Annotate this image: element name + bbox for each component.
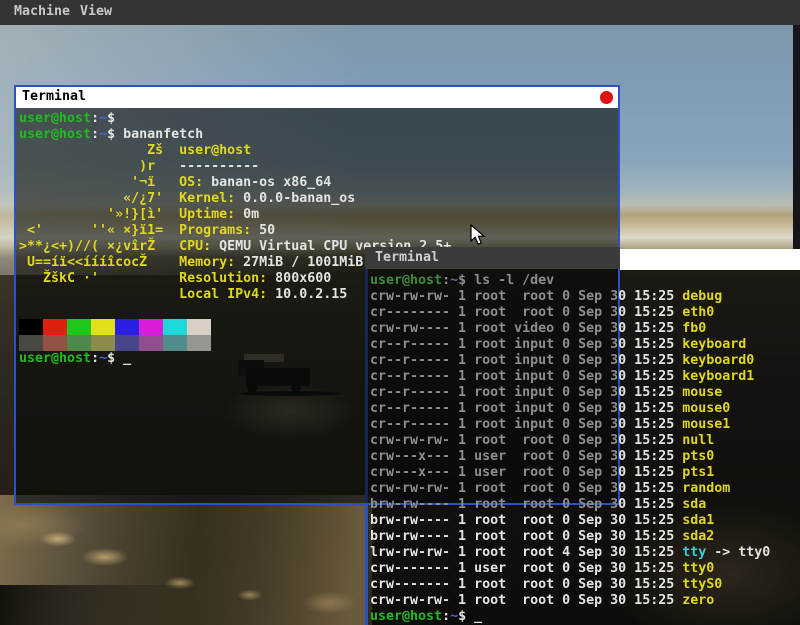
terminal1-command-line: user@host:~$ bananfetch (19, 127, 618, 143)
ls-row: lrw-rw-rw- 1 root root 4 Sep 30 15:25 tt… (370, 545, 800, 561)
terminal2-titlebar-white-segment (620, 249, 800, 270)
palette-swatch (67, 335, 91, 351)
terminal2-prompt-line: user@host:~$ _ (370, 609, 800, 625)
palette-swatch (187, 335, 211, 351)
palette-swatch (187, 319, 211, 335)
palette-swatch (139, 319, 163, 335)
palette-swatch (19, 335, 43, 351)
ls-row: cr--r----- 1 root input 0 Sep 30 15:25 k… (370, 369, 800, 385)
ls-row: cr--r----- 1 root input 0 Sep 30 15:25 m… (370, 385, 800, 401)
ls-row: cr-------- 1 root root 0 Sep 30 15:25 et… (370, 305, 800, 321)
terminal1-prompt-line: user@host:~$ (19, 111, 618, 127)
terminal1-title: Terminal (22, 89, 86, 104)
ls-row: brw-rw---- 1 root root 0 Sep 30 15:25 sd… (370, 513, 800, 529)
ls-row: brw-rw---- 1 root root 0 Sep 30 15:25 sd… (370, 497, 800, 513)
terminal2-command-line: user@host:~$ ls -l /dev (370, 273, 800, 289)
ls-row: crw-rw---- 1 root video 0 Sep 30 15:25 f… (370, 321, 800, 337)
ls-row: cr--r----- 1 root input 0 Sep 30 15:25 m… (370, 401, 800, 417)
terminal2-content[interactable]: user@host:~$ ls -l /devcrw-rw-rw- 1 root… (365, 269, 800, 625)
ls-row: brw-rw---- 1 root root 0 Sep 30 15:25 sd… (370, 529, 800, 545)
terminal1-titlebar[interactable]: Terminal (16, 87, 618, 108)
fetch-line: '»!}[ì' Uptime: 0m (19, 207, 618, 223)
palette-swatch (139, 335, 163, 351)
ls-row: cr--r----- 1 root input 0 Sep 30 15:25 k… (370, 337, 800, 353)
fetch-line: )r ---------- (19, 159, 618, 175)
ls-row: crw-rw-rw- 1 root root 0 Sep 30 15:25 de… (370, 289, 800, 305)
fetch-line: Zš user@host (19, 143, 618, 159)
palette-swatch (115, 335, 139, 351)
palette-swatch (91, 319, 115, 335)
mouse-cursor-icon (470, 224, 490, 246)
ls-row: crw-rw-rw- 1 root root 0 Sep 30 15:25 nu… (370, 433, 800, 449)
menu-item-machine[interactable]: Machine (14, 4, 70, 19)
wallpaper-right-edge (793, 25, 800, 249)
palette-swatch (163, 335, 187, 351)
fetch-line: «/¿7' Kernel: 0.0.0-banan_os (19, 191, 618, 207)
terminal2-title: Terminal (375, 250, 439, 265)
vm-menu-bar: Machine View (0, 0, 800, 25)
palette-swatch (43, 335, 67, 351)
palette-swatch (91, 335, 115, 351)
terminal2-window[interactable]: Terminal user@host:~$ ls -l /devcrw-rw-r… (365, 247, 800, 625)
close-button-icon[interactable] (600, 91, 613, 104)
palette-swatch (115, 319, 139, 335)
fetch-line: '¬ï OS: banan-os x86_64 (19, 175, 618, 191)
ls-row: crw------- 1 user root 0 Sep 30 15:25 tt… (370, 561, 800, 577)
ls-row: crw---x--- 1 user root 0 Sep 30 15:25 pt… (370, 465, 800, 481)
palette-swatch (67, 319, 91, 335)
ls-row: crw-rw-rw- 1 root root 0 Sep 30 15:25 ra… (370, 481, 800, 497)
palette-swatch (19, 319, 43, 335)
ls-row: crw-rw-rw- 1 root root 0 Sep 30 15:25 ze… (370, 593, 800, 609)
ls-row: cr--r----- 1 root input 0 Sep 30 15:25 k… (370, 353, 800, 369)
terminal2-titlebar[interactable]: Terminal (365, 247, 800, 269)
ls-row: crw---x--- 1 user root 0 Sep 30 15:25 pt… (370, 449, 800, 465)
palette-swatch (43, 319, 67, 335)
menu-item-view[interactable]: View (80, 4, 112, 19)
fetch-line: <' ''« ×}ï1= Programs: 50 (19, 223, 618, 239)
palette-swatch (163, 319, 187, 335)
ls-row: crw------- 1 root root 0 Sep 30 15:25 tt… (370, 577, 800, 593)
vm-screen: Machine View Terminal user@host:~$user@h… (0, 0, 800, 625)
wallpaper-rock-shadow (0, 585, 230, 625)
ls-row: cr--r----- 1 root input 0 Sep 30 15:25 m… (370, 417, 800, 433)
